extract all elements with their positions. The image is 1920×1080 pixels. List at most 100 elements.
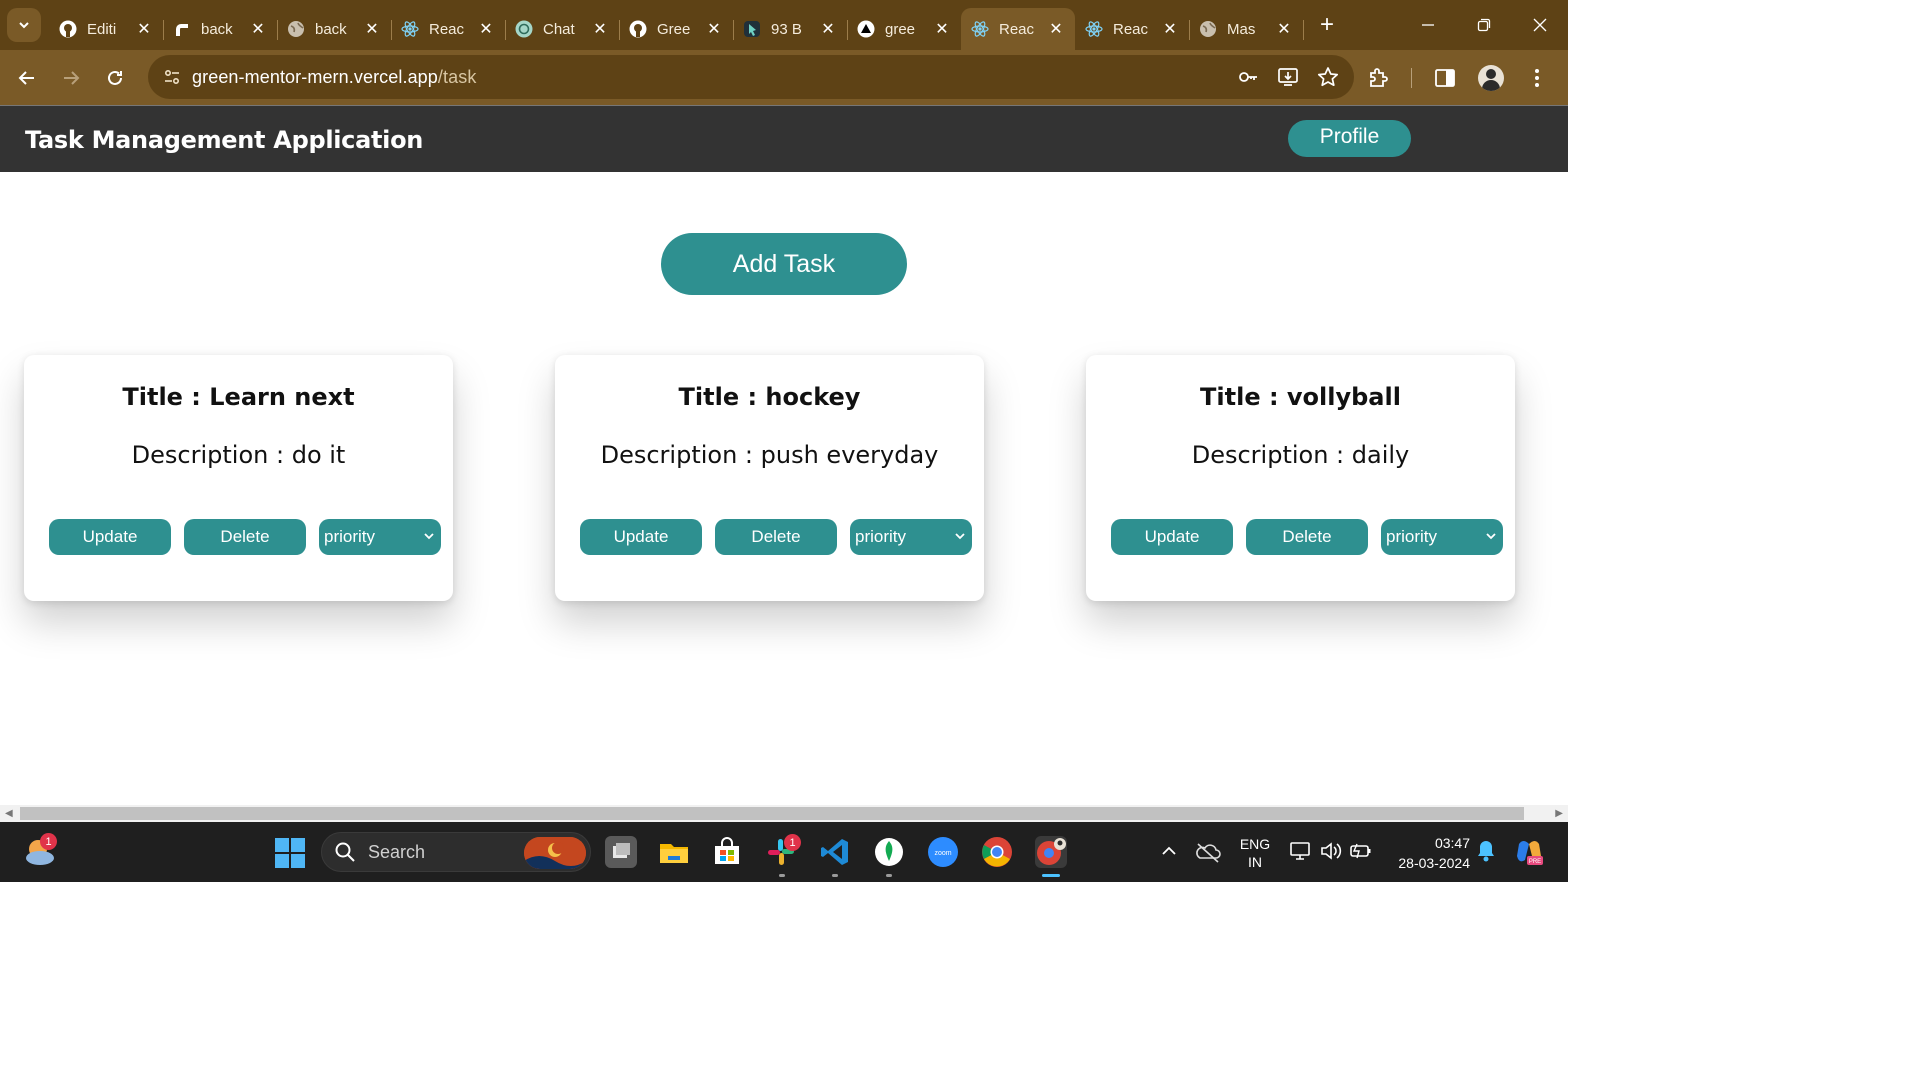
close-icon[interactable]: ✕ bbox=[1161, 19, 1179, 39]
close-icon[interactable]: ✕ bbox=[591, 19, 609, 39]
task-view-icon[interactable] bbox=[605, 836, 637, 868]
browser-tab[interactable]: 93 B ✕ bbox=[733, 8, 848, 50]
delete-button[interactable]: Delete bbox=[1246, 519, 1368, 555]
tab-label: gree bbox=[885, 20, 916, 38]
github-icon bbox=[629, 20, 647, 38]
copilot-icon[interactable]: PRE bbox=[1513, 836, 1545, 868]
key-icon[interactable] bbox=[1236, 65, 1260, 89]
more-menu-icon[interactable] bbox=[1524, 65, 1550, 91]
chevron-down-icon bbox=[955, 533, 965, 540]
address-bar[interactable]: green-mentor-mern.vercel.app/task bbox=[148, 55, 1354, 99]
chevron-down-icon bbox=[1486, 533, 1496, 540]
task-description: Description : push everyday bbox=[600, 441, 939, 469]
browser-tab[interactable]: Chat ✕ bbox=[505, 8, 620, 50]
clock-time: 03:47 bbox=[1434, 835, 1470, 851]
tab-label: Mas bbox=[1227, 20, 1256, 38]
browser-tab[interactable]: gree ✕ bbox=[847, 8, 962, 50]
tab-search-button[interactable] bbox=[7, 8, 41, 42]
app-title: Task Management Application bbox=[25, 126, 424, 154]
close-icon[interactable]: ✕ bbox=[819, 19, 837, 39]
priority-select[interactable]: priority bbox=[319, 519, 441, 555]
onedrive-icon[interactable] bbox=[1194, 838, 1222, 866]
url-text: green-mentor-mern.vercel.app/task bbox=[192, 67, 476, 88]
chrome-icon[interactable] bbox=[981, 836, 1013, 868]
priority-select[interactable]: priority bbox=[850, 519, 972, 555]
profile-avatar[interactable] bbox=[1478, 64, 1504, 91]
app-navbar: Task Management Application Profile bbox=[0, 105, 1568, 172]
back-button[interactable] bbox=[5, 58, 49, 98]
mongodb-compass-icon[interactable] bbox=[873, 836, 905, 868]
add-task-button[interactable]: Add Task bbox=[661, 233, 907, 295]
close-icon[interactable]: ✕ bbox=[705, 19, 723, 39]
delete-button[interactable]: Delete bbox=[184, 519, 306, 555]
browser-tab[interactable]: Gree ✕ bbox=[619, 8, 734, 50]
close-icon[interactable]: ✕ bbox=[363, 19, 381, 39]
delete-button[interactable]: Delete bbox=[715, 519, 837, 555]
volume-icon[interactable] bbox=[1318, 838, 1344, 864]
tab-label: Editi bbox=[87, 20, 117, 38]
taskbar-search[interactable]: Search bbox=[321, 832, 591, 872]
reload-button[interactable] bbox=[93, 58, 137, 98]
slack-icon[interactable]: 1 bbox=[765, 834, 801, 868]
window-controls bbox=[1400, 0, 1568, 50]
zoom-icon[interactable]: zoom bbox=[927, 836, 959, 868]
notification-bell-icon[interactable] bbox=[1474, 838, 1498, 864]
profile-button[interactable]: Profile bbox=[1288, 120, 1411, 157]
arrow-left-icon bbox=[18, 70, 34, 85]
system-clock[interactable]: 03:47 28-03-2024 bbox=[1386, 833, 1470, 873]
scroll-left-icon[interactable]: ◀ bbox=[5, 808, 13, 819]
update-button[interactable]: Update bbox=[1111, 519, 1233, 555]
browser-tab[interactable]: Reac ✕ bbox=[391, 8, 506, 50]
battery-icon[interactable] bbox=[1348, 838, 1374, 864]
browser-tab[interactable]: Reac ✕ bbox=[1075, 8, 1190, 50]
browser-tab-strip: Editi ✕ back ✕ back ✕ Reac ✕ Chat ✕ Gree… bbox=[0, 0, 1568, 50]
horizontal-scrollbar[interactable]: ◀ ▶ bbox=[0, 805, 1568, 822]
chrome-profile-icon[interactable] bbox=[1035, 836, 1067, 868]
close-icon[interactable]: ✕ bbox=[135, 19, 153, 39]
close-icon[interactable]: ✕ bbox=[933, 19, 951, 39]
close-icon[interactable]: ✕ bbox=[1275, 19, 1293, 39]
browser-tab[interactable]: Mas ✕ bbox=[1189, 8, 1304, 50]
tab-label: back bbox=[201, 20, 233, 38]
close-icon[interactable]: ✕ bbox=[477, 19, 495, 39]
install-app-icon[interactable] bbox=[1276, 65, 1300, 89]
tab-label: Reac bbox=[429, 20, 465, 38]
file-explorer-icon[interactable] bbox=[658, 836, 690, 868]
start-button[interactable] bbox=[275, 838, 305, 868]
priority-select-value: priority bbox=[1386, 527, 1438, 546]
browser-tab-active[interactable]: Reac ✕ bbox=[961, 8, 1075, 50]
search-highlight-image bbox=[524, 837, 586, 869]
tab-list: Editi ✕ back ✕ back ✕ Reac ✕ Chat ✕ Gree… bbox=[49, 0, 1304, 50]
close-icon[interactable]: ✕ bbox=[1047, 19, 1065, 39]
input-language[interactable]: ENG IN bbox=[1238, 835, 1272, 871]
side-panel-icon[interactable] bbox=[1432, 65, 1458, 91]
task-title: Title : vollyball bbox=[1200, 383, 1401, 411]
close-icon[interactable]: ✕ bbox=[249, 19, 267, 39]
browser-tab[interactable]: back ✕ bbox=[277, 8, 392, 50]
bookmark-star-icon[interactable] bbox=[1316, 65, 1340, 89]
tab-label: back bbox=[315, 20, 347, 38]
browser-tab[interactable]: Editi ✕ bbox=[49, 8, 164, 50]
new-tab-button[interactable]: + bbox=[1309, 11, 1345, 39]
url-path: /task bbox=[437, 66, 477, 87]
close-window-button[interactable] bbox=[1512, 0, 1568, 50]
network-icon[interactable] bbox=[1288, 838, 1314, 864]
weather-widget[interactable]: 1 bbox=[22, 833, 58, 870]
microsoft-store-icon[interactable] bbox=[711, 836, 743, 868]
extensions-icon[interactable] bbox=[1365, 65, 1391, 91]
url-host: green-mentor-mern.vercel.app bbox=[192, 66, 438, 87]
browser-tab[interactable]: back ✕ bbox=[163, 8, 278, 50]
update-button[interactable]: Update bbox=[580, 519, 702, 555]
scrollbar-thumb[interactable] bbox=[20, 807, 1524, 820]
chevron-up-icon[interactable] bbox=[1156, 838, 1182, 864]
site-info-icon[interactable] bbox=[152, 68, 192, 86]
restore-button[interactable] bbox=[1456, 0, 1512, 50]
forward-button[interactable] bbox=[49, 58, 93, 98]
chatgpt-icon bbox=[515, 20, 533, 38]
scroll-right-icon[interactable]: ▶ bbox=[1555, 808, 1563, 819]
priority-select[interactable]: priority bbox=[1381, 519, 1503, 555]
tab-label: 93 B bbox=[771, 20, 802, 38]
update-button[interactable]: Update bbox=[49, 519, 171, 555]
vscode-icon[interactable] bbox=[819, 836, 851, 868]
minimize-button[interactable] bbox=[1400, 0, 1456, 50]
